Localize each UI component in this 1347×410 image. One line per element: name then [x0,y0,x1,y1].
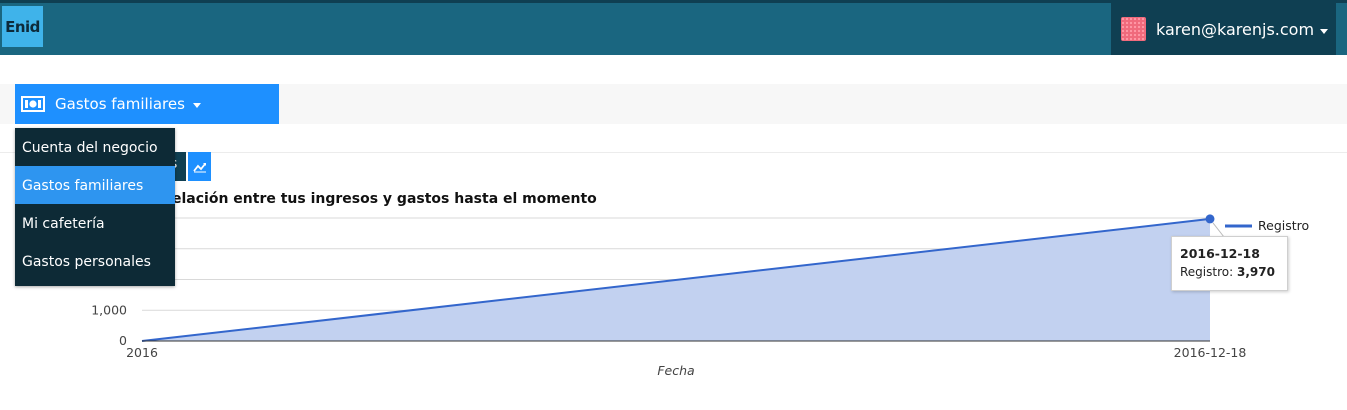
y-tick-label-1000: 1,000 [91,302,127,317]
x-axis-title: Fecha [657,363,694,378]
x-tick-label-end: 2016-12-18 [1174,345,1247,360]
tooltip-value-line: Registro: 3,970 [1180,265,1275,279]
dropdown-item-gastos-familiares[interactable]: Gastos familiares [15,166,175,204]
tooltip-connector [1212,222,1225,238]
legend-label-registro[interactable]: Registro [1258,218,1309,233]
tooltip-value: 3,970 [1236,265,1275,279]
account-dropdown-menu: Cuenta del negocio Gastos familiares Mi … [15,128,175,286]
dropdown-item-mi-cafeteria[interactable]: Mi cafetería [15,204,175,242]
area-chart: 1,000 0 2016 2016-12-18 Fecha Registro [91,214,1309,378]
tooltip-date: 2016-12-18 [1180,246,1260,261]
tooltip-series-label: Registro: [1180,265,1234,279]
dropdown-item-cuenta-del-negocio[interactable]: Cuenta del negocio [15,128,175,166]
dropdown-item-gastos-personales[interactable]: Gastos personales [15,242,175,280]
data-point-2016-12-18[interactable] [1205,214,1215,224]
x-tick-label-start: 2016 [126,345,158,360]
chart-tooltip: 2016-12-18 Registro: 3,970 [1171,236,1288,291]
